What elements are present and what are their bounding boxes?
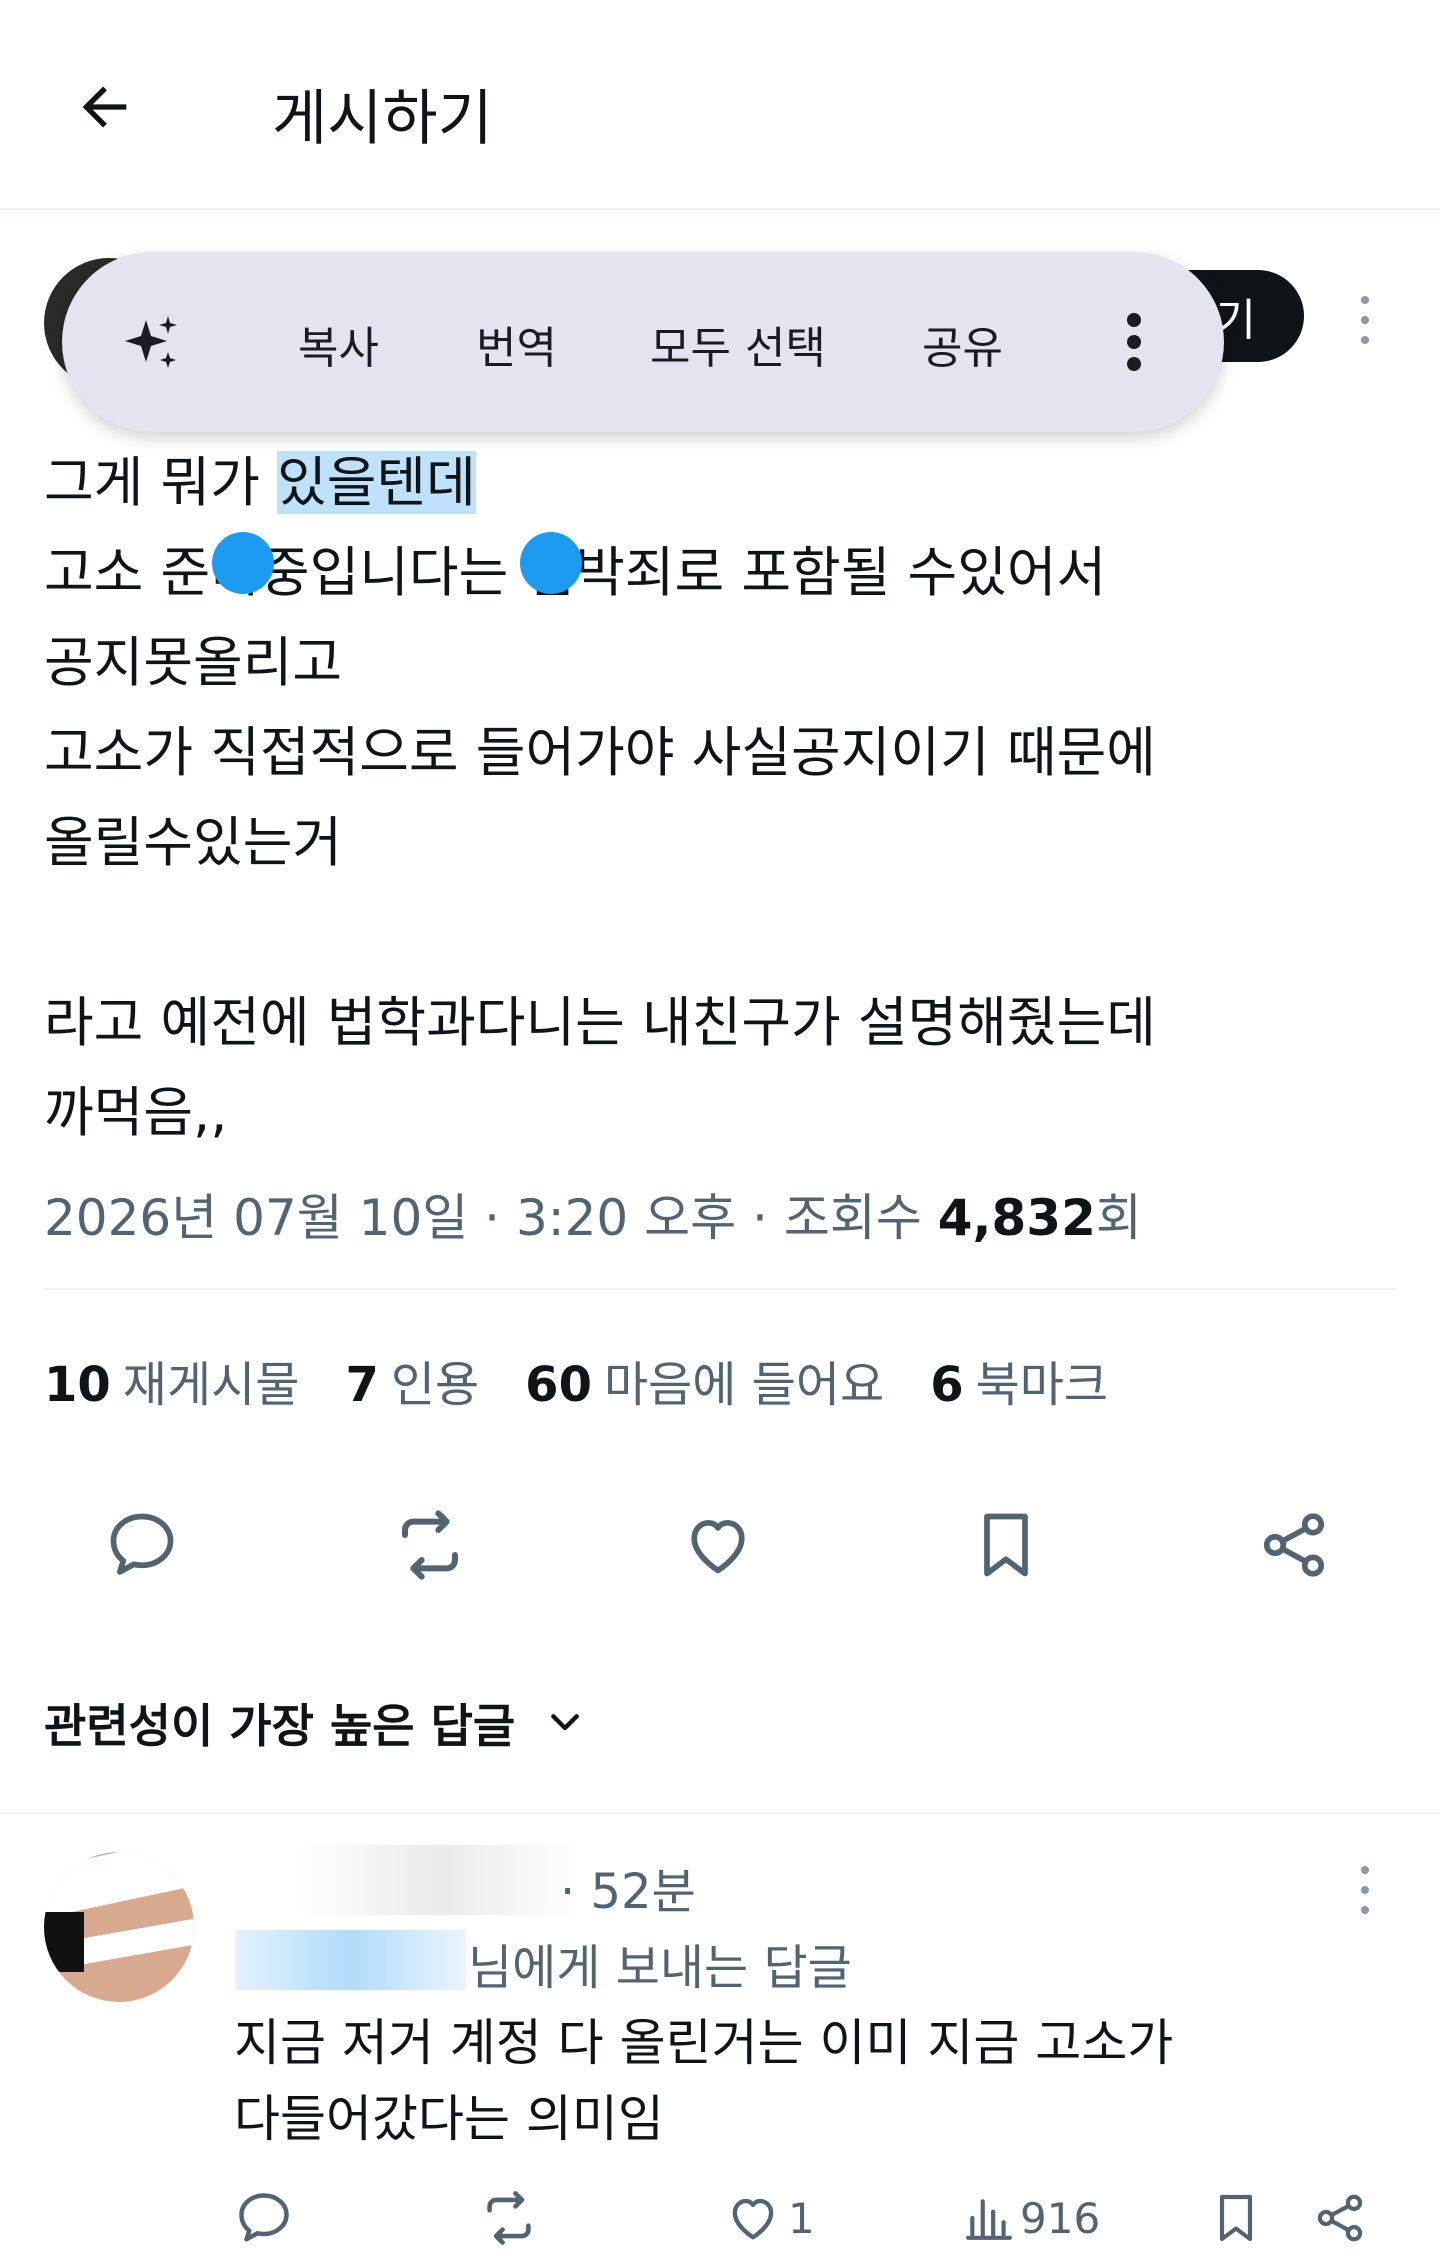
avatar-redaction <box>44 1852 194 1918</box>
reply-repost-button[interactable] <box>478 2186 540 2250</box>
repost-icon <box>487 2191 531 2245</box>
repost-icon <box>402 1510 458 1580</box>
arrow-left-icon <box>82 86 127 128</box>
chevron-down-icon <box>551 1714 580 1731</box>
stat-count: 6 <box>930 1357 964 1413</box>
analytics-icon <box>966 2199 1012 2240</box>
engagement-stats: 10 재게시물 7 인용 60 마음에 들어요 6 북마크 <box>44 1345 1108 1415</box>
select-all-button[interactable]: 모두 선택 <box>650 312 826 376</box>
page-title: 게시하기 <box>272 84 493 154</box>
replying-to: 님에게 보내는 답글 <box>468 1940 852 1996</box>
stat-bookmarks[interactable]: 6 북마크 <box>930 1345 1108 1415</box>
divider <box>0 1812 1440 1814</box>
stat-count: 7 <box>345 1357 379 1413</box>
view-suffix: 회 <box>1095 1189 1142 1247</box>
stat-label: 마음에 들어요 <box>603 1357 885 1413</box>
redacted-mention <box>236 1930 466 1990</box>
redacted-username <box>300 1845 580 1915</box>
comment-icon <box>110 1513 174 1575</box>
view-count: 916 <box>1020 2193 1101 2243</box>
reply-text[interactable]: 지금 저거 계정 다 올린거는 이미 지금 고소가 다들어갔다는 의미임 <box>234 2005 1364 2157</box>
stat-label: 재게시물 <box>122 1357 300 1413</box>
overflow-menu-icon[interactable] <box>1122 310 1146 374</box>
translate-button[interactable]: 번역 <box>476 312 557 376</box>
heart-icon <box>732 2198 774 2240</box>
share-selection-button[interactable]: 공유 <box>922 312 1003 376</box>
top-bar: 게시하기 <box>0 0 1440 210</box>
timestamp: 2026년 07월 10일 · 3:20 오후 · 조회수 <box>44 1189 938 1247</box>
share-icon <box>1317 2194 1363 2242</box>
more-options-icon[interactable] <box>1350 1860 1380 1920</box>
copy-button[interactable]: 복사 <box>298 312 379 376</box>
view-count: 4,832 <box>937 1189 1096 1247</box>
like-count: 1 <box>788 2193 815 2243</box>
back-button[interactable] <box>70 72 140 142</box>
tweet-line: 고소가 직접적으로 들어가야 사실공지이기 때문에 <box>44 721 1156 784</box>
share-icon <box>1263 1513 1325 1577</box>
bookmark-icon <box>1219 2194 1253 2242</box>
stat-quotes[interactable]: 7 인용 <box>345 1345 479 1415</box>
reply-button[interactable] <box>102 1505 182 1585</box>
like-button[interactable] <box>678 1505 758 1585</box>
repost-button[interactable] <box>390 1505 470 1585</box>
tweet-meta: 2026년 07월 10일 · 3:20 오후 · 조회수 4,832회 <box>44 1178 1142 1250</box>
stat-likes[interactable]: 60 마음에 들어요 <box>525 1345 884 1415</box>
selected-text[interactable]: 있을텐데 <box>277 451 476 514</box>
tweet-line <box>44 888 1404 978</box>
tweet-line: 그게 뭐가 있을텐데 <box>44 438 1404 528</box>
tweet-line: 올릴수있는거 <box>44 811 343 874</box>
reply-timestamp: · 52분 <box>560 1864 696 1920</box>
reply-like-button[interactable]: 1 <box>724 2186 815 2250</box>
avatar-shadow <box>44 1912 84 1972</box>
reply-line: 지금 저거 계정 다 올린거는 이미 지금 고소가 <box>234 2014 1174 2072</box>
tweet-line: 까먹음,, <box>44 1081 228 1144</box>
reply-share-button[interactable] <box>1312 2186 1368 2250</box>
stat-count: 10 <box>44 1357 111 1413</box>
bookmark-icon <box>984 1513 1028 1577</box>
more-options-icon[interactable] <box>1350 290 1380 350</box>
stat-label: 북마크 <box>975 1357 1109 1413</box>
sparkle-ai-icon[interactable] <box>122 312 182 372</box>
tweet-text-segment: 그게 뭐가 <box>44 451 278 514</box>
sort-label: 관련성이 가장 높은 답글 <box>44 1699 516 1753</box>
reply-bookmark-button[interactable] <box>1208 2186 1264 2250</box>
reply-views-button[interactable]: 916 <box>964 2186 1100 2250</box>
tweet-line: 공지못올리고 <box>44 631 343 694</box>
stat-label: 인용 <box>390 1357 480 1413</box>
reply-avatar[interactable] <box>44 1852 194 2002</box>
stat-reposts[interactable]: 10 재게시물 <box>44 1345 299 1415</box>
stat-count: 60 <box>525 1357 592 1413</box>
heart-icon <box>691 1519 745 1574</box>
share-button[interactable] <box>1254 1505 1334 1585</box>
reply-sort-dropdown[interactable]: 관련성이 가장 높은 답글 <box>44 1690 585 1756</box>
tweet-line: 라고 예전에 법학과다니는 내친구가 설명해줬는데 <box>44 991 1156 1054</box>
divider <box>44 1288 1396 1290</box>
selection-end-handle[interactable] <box>520 532 582 594</box>
selection-start-handle[interactable] <box>212 532 274 594</box>
reply-line: 다들어갔다는 의미임 <box>234 2090 664 2148</box>
comment-icon <box>239 2193 289 2242</box>
bookmark-button[interactable] <box>966 1505 1046 1585</box>
text-selection-toolbar: 복사 번역 모두 선택 공유 <box>62 252 1224 432</box>
reply-reply-button[interactable] <box>234 2186 294 2250</box>
